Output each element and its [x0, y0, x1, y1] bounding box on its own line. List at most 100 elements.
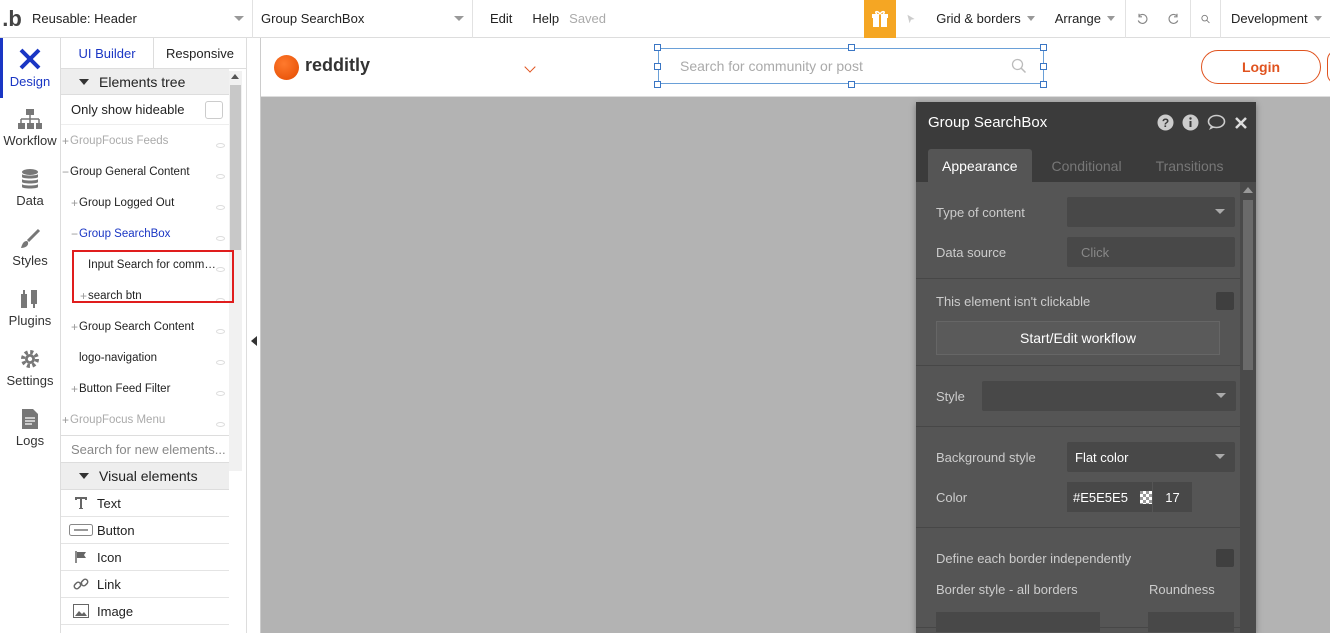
cursor-icon[interactable]	[896, 0, 926, 38]
eye-icon[interactable]	[216, 329, 225, 334]
expand-icon[interactable]: +	[70, 382, 79, 396]
nav-workflow[interactable]: Workflow	[0, 98, 60, 158]
resize-handle[interactable]	[1040, 44, 1047, 51]
visual-item-button[interactable]: Button	[61, 517, 229, 544]
page-select[interactable]: Reusable: Header	[24, 0, 253, 38]
tab-ui-builder[interactable]: UI Builder	[61, 38, 154, 68]
tab-conditional[interactable]: Conditional	[1038, 149, 1136, 182]
resize-handle[interactable]	[654, 44, 661, 51]
brand-name[interactable]: redditly	[305, 55, 370, 76]
roundness-field[interactable]	[1148, 612, 1234, 632]
define-border-checkbox[interactable]	[1216, 549, 1234, 567]
resize-handle[interactable]	[1040, 81, 1047, 88]
collapse-icon[interactable]: −	[61, 165, 70, 179]
tree-item[interactable]: − Group SearchBox	[61, 218, 229, 249]
scroll-thumb[interactable]	[230, 85, 241, 250]
scroll-thumb[interactable]	[1243, 200, 1253, 370]
visual-item-link[interactable]: Link	[61, 571, 229, 598]
collapse-icon[interactable]: −	[70, 227, 79, 241]
tab-transitions[interactable]: Transitions	[1142, 149, 1238, 182]
element-select[interactable]: Group SearchBox	[253, 0, 473, 38]
resize-handle[interactable]	[1040, 63, 1047, 70]
color-hex-value[interactable]: #E5E5E5	[1073, 490, 1128, 505]
undo-icon[interactable]	[1125, 0, 1158, 38]
eye-icon[interactable]	[216, 174, 225, 179]
info-icon[interactable]	[1182, 114, 1199, 131]
style-select[interactable]	[982, 381, 1236, 411]
close-icon[interactable]	[1234, 116, 1248, 130]
comment-icon[interactable]	[1207, 114, 1226, 131]
visual-elements-header[interactable]: Visual elements	[61, 463, 229, 490]
eye-icon[interactable]	[216, 236, 225, 241]
tree-item[interactable]: − Group General Content	[61, 156, 229, 187]
tree-item[interactable]: + Group Search Content	[61, 311, 229, 342]
arrange-menu[interactable]: Arrange	[1045, 0, 1125, 38]
tree-item[interactable]: + GroupFocus Menu	[61, 404, 229, 435]
brand-logo[interactable]	[274, 55, 299, 80]
chevron-down-icon[interactable]	[524, 61, 536, 73]
eye-icon[interactable]	[216, 205, 225, 210]
nav-logs[interactable]: Logs	[0, 398, 60, 458]
eye-icon[interactable]	[216, 422, 225, 427]
eye-icon[interactable]	[216, 143, 225, 148]
panel-collapse-toggle[interactable]	[247, 38, 261, 633]
tree-item[interactable]: + Button Feed Filter	[61, 373, 229, 404]
elements-tree-header[interactable]: Elements tree	[61, 69, 229, 95]
opacity-field[interactable]: 17	[1152, 482, 1192, 512]
expand-icon[interactable]: +	[70, 320, 79, 334]
visual-item-text[interactable]: Text	[61, 490, 229, 517]
nav-data[interactable]: Data	[0, 158, 60, 218]
image-icon	[69, 604, 93, 618]
nav-styles[interactable]: Styles	[0, 218, 60, 278]
expand-icon[interactable]: +	[61, 134, 70, 148]
expand-icon[interactable]: +	[61, 413, 70, 427]
type-of-content-select[interactable]	[1067, 197, 1235, 227]
help-icon[interactable]: ?	[1157, 114, 1174, 131]
visual-item-label: Link	[97, 576, 121, 592]
bubble-logo[interactable]: .b	[0, 0, 24, 38]
tree-item[interactable]: logo-navigation	[61, 342, 229, 373]
login-button[interactable]: Login	[1201, 50, 1321, 84]
nav-settings[interactable]: Settings	[0, 338, 60, 398]
search-elements-input[interactable]: Search for new elements...	[61, 435, 229, 463]
resize-handle[interactable]	[848, 81, 855, 88]
visual-item-image[interactable]: Image	[61, 598, 229, 625]
data-source-field[interactable]: Click	[1067, 237, 1235, 267]
background-style-select[interactable]: Flat color	[1067, 442, 1235, 472]
environment-select[interactable]: Development	[1220, 0, 1330, 38]
only-show-hideable-checkbox[interactable]	[205, 101, 223, 119]
nav-plugins[interactable]: Plugins	[0, 278, 60, 338]
nav-design[interactable]: Design	[0, 38, 60, 98]
transparency-swatch-icon[interactable]	[1139, 490, 1153, 504]
resize-handle[interactable]	[848, 44, 855, 51]
chevron-down-icon	[1026, 16, 1035, 21]
border-style-select[interactable]	[936, 612, 1100, 632]
editor-scrollbar[interactable]	[1240, 182, 1256, 633]
design-icon	[19, 48, 41, 70]
visual-item-icon[interactable]: Icon	[61, 544, 229, 571]
search-box-group[interactable]: Search for community or post	[658, 48, 1044, 84]
resize-handle[interactable]	[654, 63, 661, 70]
tree-item-label: GroupFocus Menu	[70, 413, 166, 426]
grid-borders-menu[interactable]: Grid & borders	[926, 0, 1045, 38]
search-icon[interactable]	[1190, 0, 1220, 38]
search-icon[interactable]	[1011, 58, 1027, 77]
gift-icon[interactable]	[864, 0, 897, 38]
search-input-placeholder[interactable]: Search for community or post	[680, 58, 863, 74]
redo-icon[interactable]	[1158, 0, 1190, 38]
resize-handle[interactable]	[654, 81, 661, 88]
eye-icon[interactable]	[216, 360, 225, 365]
define-border-label: Define each border independently	[936, 550, 1132, 566]
triangle-down-icon	[79, 473, 89, 479]
tree-item[interactable]: + Group Logged Out	[61, 187, 229, 218]
tab-responsive[interactable]: Responsive	[154, 38, 246, 68]
start-edit-workflow-button[interactable]: Start/Edit workflow	[936, 321, 1220, 355]
edit-menu[interactable]: Edit	[473, 11, 524, 26]
tree-item[interactable]: + GroupFocus Feeds	[61, 125, 229, 156]
not-clickable-checkbox[interactable]	[1216, 292, 1234, 310]
eye-icon[interactable]	[216, 391, 225, 396]
expand-icon[interactable]: +	[70, 196, 79, 210]
help-menu[interactable]: Help	[524, 11, 567, 26]
tab-appearance[interactable]: Appearance	[928, 149, 1032, 182]
editor-title-bar[interactable]: Group SearchBox ?	[916, 102, 1256, 143]
